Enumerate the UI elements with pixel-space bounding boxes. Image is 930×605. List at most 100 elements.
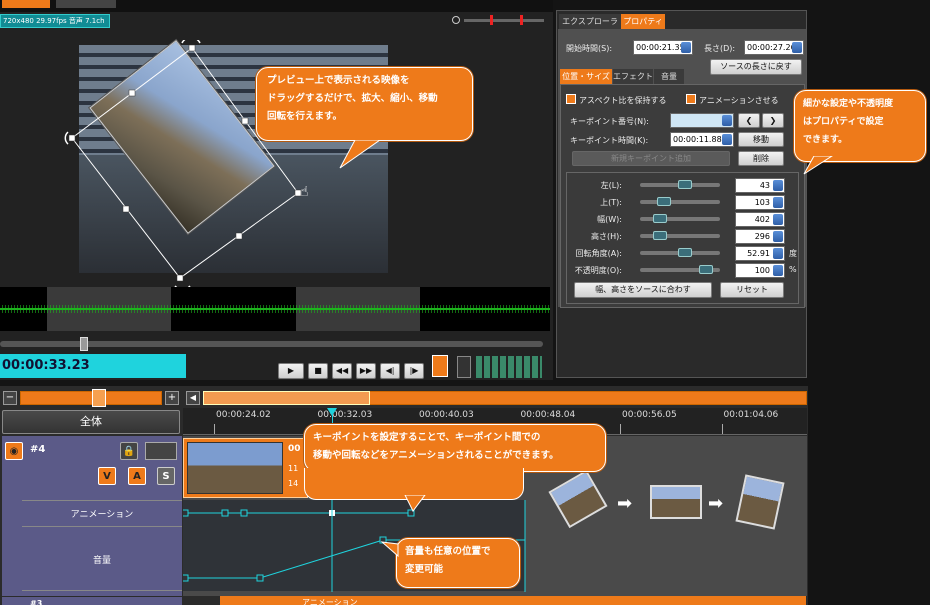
zoom-icon[interactable] — [452, 16, 460, 24]
volume-knob[interactable] — [457, 356, 471, 378]
start-time-input[interactable]: 00:00:21.35 — [633, 40, 693, 55]
reset-length-button[interactable]: ソースの長さに戻す — [710, 59, 802, 75]
keypoint-number-label: キーポイント番号(N): — [570, 117, 649, 126]
preview-tab[interactable] — [56, 0, 116, 8]
start-time-label: 開始時間(S): — [566, 44, 613, 53]
property-value-input[interactable]: 100 — [735, 263, 785, 278]
next-track-clip[interactable]: アニメーション — [220, 596, 806, 605]
next-track-header — [2, 597, 182, 605]
ruler-tick — [214, 424, 215, 434]
property-slider-thumb[interactable] — [678, 180, 692, 189]
move-keypoint-button[interactable]: 移動 — [738, 132, 784, 147]
tab-explorer[interactable]: エクスプローラー — [559, 14, 621, 41]
ruler-tick — [721, 424, 723, 434]
keypoint-callout: キーポイントを設定することで、キーポイント間での 移動や回転などをアニメーション… — [304, 424, 606, 472]
keep-aspect-checkbox[interactable] — [566, 94, 576, 104]
clip-label: 11 — [288, 464, 299, 473]
property-slider[interactable] — [640, 200, 720, 204]
solo-toggle-button[interactable]: S — [157, 467, 175, 485]
property-row-label: 回転角度(A): — [575, 249, 622, 258]
property-value-input[interactable]: 402 — [735, 212, 785, 227]
timeline-zoom-minus[interactable]: − — [3, 391, 17, 405]
timeline-zoom-plus[interactable]: + — [165, 391, 179, 405]
property-slider-thumb[interactable] — [699, 265, 713, 274]
ruler-tick-label: 00:00:40.03 — [419, 410, 474, 420]
prev-keypoint-button[interactable]: ❮ — [738, 113, 760, 128]
timeline-scroll-thumb[interactable] — [203, 391, 370, 405]
video-clip[interactable]: 00 11 14 — [183, 438, 308, 498]
keypoint-time-input[interactable]: 00:00:11.88 — [670, 132, 734, 147]
all-button[interactable]: 全体 — [2, 410, 180, 434]
ruler-tick-label: 00:00:48.04 — [520, 410, 576, 420]
play-button[interactable]: ▶ — [278, 363, 304, 379]
rewind-button[interactable]: ◀◀ — [332, 363, 352, 379]
property-slider-thumb[interactable] — [657, 197, 671, 206]
timecode-display: 00:00:33.23 — [0, 354, 186, 378]
fit-source-button[interactable]: 幅、高さをソースに合わす — [574, 282, 712, 298]
length-input[interactable]: 00:00:27.26 — [744, 40, 804, 55]
preview-callout: プレビュー上で表示される映像を ドラッグするだけで、拡大、縮小、移動 回転を行え… — [256, 67, 473, 141]
property-value-input[interactable]: 103 — [735, 195, 785, 210]
property-value-input[interactable]: 296 — [735, 229, 785, 244]
forward-button[interactable]: ▶▶ — [356, 363, 376, 379]
tab-properties[interactable]: プロパティ — [621, 14, 665, 29]
property-slider[interactable] — [640, 234, 720, 238]
callout-line: 回転を行えます。 — [267, 111, 343, 122]
keep-aspect-label: アスペクト比を保持する — [579, 96, 667, 105]
timeline-scroll-left[interactable]: ◀ — [186, 391, 200, 405]
next-keypoint-button[interactable]: ❯ — [762, 113, 784, 128]
audio-meter — [476, 356, 542, 378]
stop-button[interactable]: ■ — [308, 363, 328, 379]
audio-toggle-button[interactable]: A — [128, 467, 146, 485]
track-name: #4 — [30, 444, 46, 455]
length-label: 長さ(D): — [704, 44, 736, 53]
property-value-input[interactable]: 43 — [735, 178, 785, 193]
ruler-tick — [620, 424, 621, 434]
properties-callout: 細かな設定や不透明度 はプロパティで設定 できます。 — [794, 90, 926, 162]
callout-line: 音量も任意の位置で — [405, 546, 491, 557]
next-clip-label: アニメーション — [302, 598, 358, 605]
subtab-volume[interactable]: 音量 — [654, 69, 684, 84]
arrow-icon: ➡ — [617, 493, 633, 514]
callout-line: 細かな設定や不透明度 — [803, 99, 894, 109]
volume-callout: 音量も任意の位置で 変更可能 — [396, 538, 520, 588]
subtab-position-size[interactable]: 位置・サイズ — [560, 69, 612, 84]
callout-line: できます。 — [803, 135, 848, 145]
lock-icon[interactable]: 🔒 — [120, 442, 138, 460]
keypoint-time-label: キーポイント時間(K): — [570, 136, 649, 145]
property-slider[interactable] — [640, 217, 720, 221]
callout-line: 移動や回転などをアニメーションされることができます。 — [313, 450, 559, 461]
preview-tab-active[interactable] — [2, 0, 50, 8]
delete-keypoint-button[interactable]: 削除 — [738, 151, 784, 166]
subtab-effect[interactable]: エフェクト — [613, 69, 653, 84]
keypoint-number-input[interactable]: 4 — [670, 113, 734, 128]
animate-checkbox[interactable] — [686, 94, 696, 104]
video-toggle-button[interactable]: V — [98, 467, 116, 485]
timeline-zoom-slider[interactable] — [20, 391, 162, 405]
clip-thumbnail — [187, 442, 283, 494]
timeline-zoom-thumb[interactable] — [92, 389, 106, 407]
preview-info-bar: 720x480 29.97fps 音声 7.1ch — [0, 14, 110, 28]
callout-line: ドラッグするだけで、拡大、縮小、移動 — [267, 93, 438, 104]
animation-frame-2 — [650, 485, 702, 519]
property-slider-thumb[interactable] — [653, 231, 667, 240]
track-settings-icon[interactable] — [145, 442, 177, 460]
zoom-slider[interactable] — [464, 19, 544, 22]
prev-frame-button[interactable]: ◀| — [380, 363, 400, 379]
next-frame-button[interactable]: |▶ — [404, 363, 424, 379]
eye-icon[interactable]: ◉ — [5, 442, 23, 460]
property-slider-thumb[interactable] — [678, 248, 692, 257]
transport-controls: ▶ ■ ◀◀ ▶▶ ◀| |▶ — [276, 363, 426, 380]
property-value-input[interactable]: 52.91 — [735, 246, 785, 261]
zoom-slider-marker — [490, 15, 493, 25]
property-slider-thumb[interactable] — [653, 214, 667, 223]
reset-button[interactable]: リセット — [720, 282, 784, 298]
seek-handle[interactable] — [80, 337, 88, 351]
cursor-icon: ☝ — [300, 184, 309, 200]
property-row-label: 幅(W): — [597, 215, 622, 224]
audio-toggle-icon[interactable] — [432, 355, 448, 377]
waveform — [0, 287, 550, 331]
add-keypoint-button[interactable]: 新規キーポイント追加 — [572, 151, 730, 166]
property-unit: 度 — [789, 249, 797, 258]
zoom-slider-marker — [520, 15, 523, 25]
